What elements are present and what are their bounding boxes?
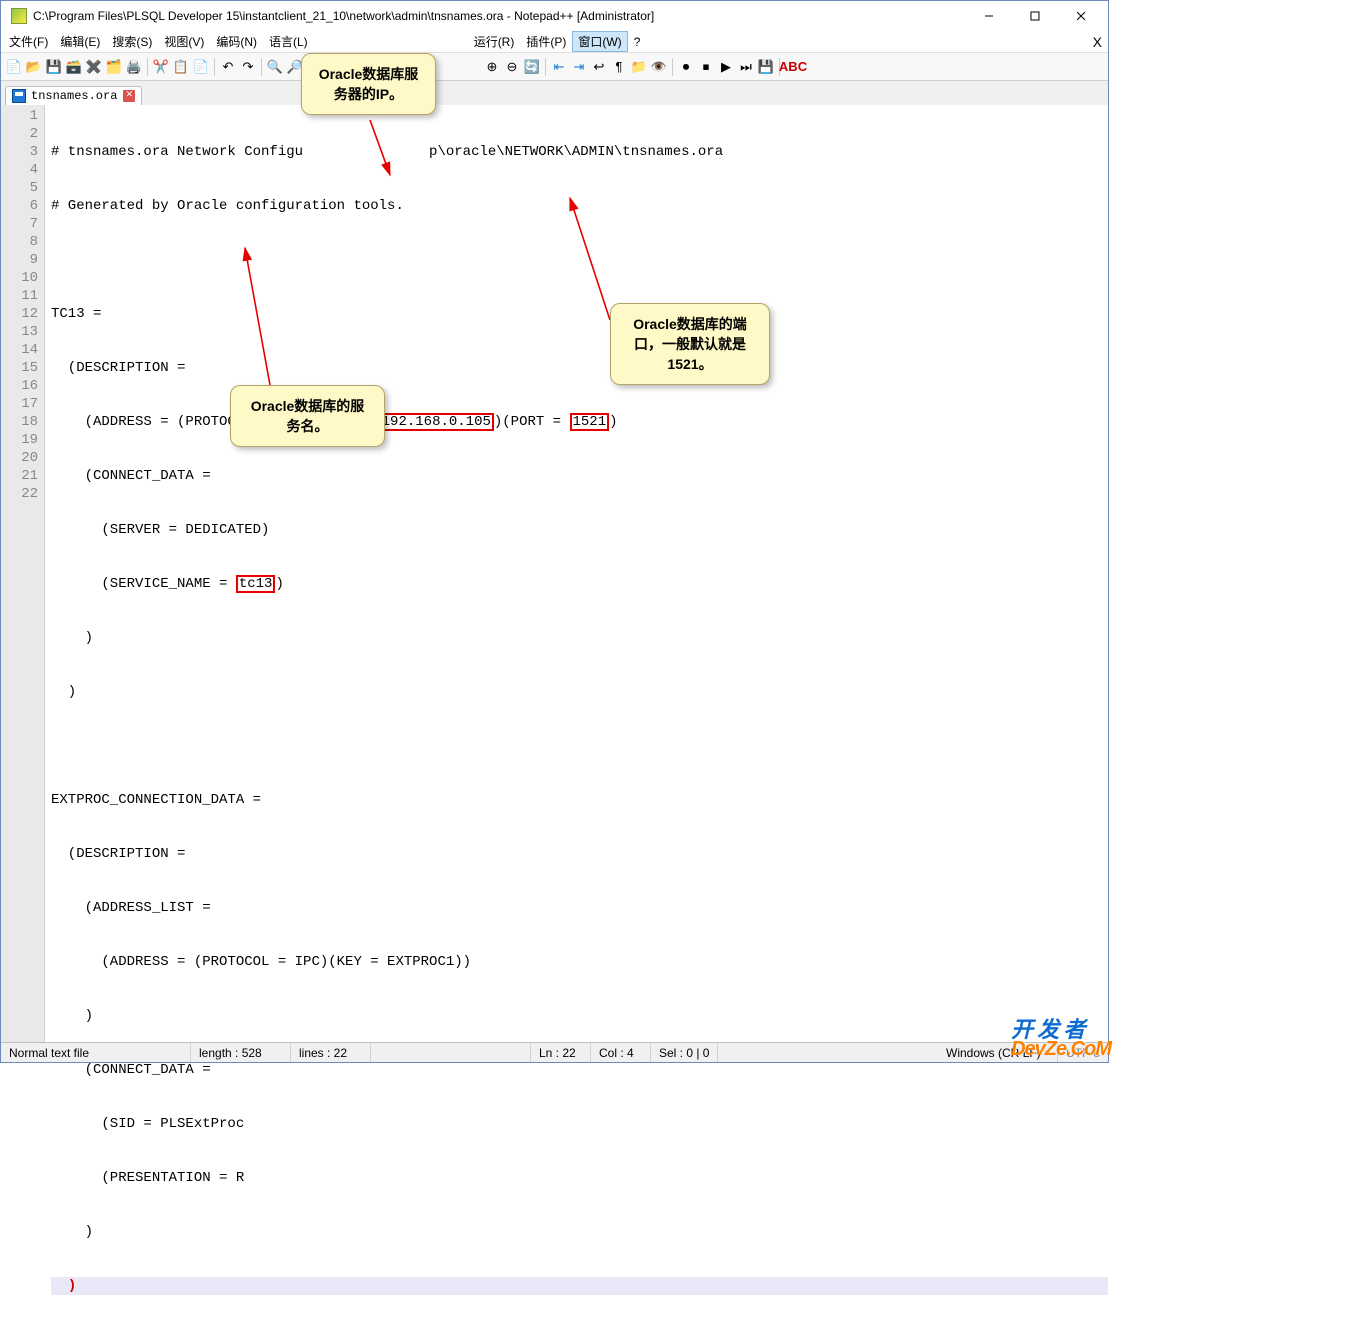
close-file-icon[interactable]: ✖️ — [85, 58, 103, 76]
toolbar-separator — [672, 58, 673, 76]
menu-file[interactable]: 文件(F) — [3, 31, 54, 52]
highlight-ip: 192.168.0.105 — [379, 413, 494, 431]
status-filetype: Normal text file — [1, 1043, 191, 1062]
code-line — [51, 737, 1108, 755]
toolbar-separator — [214, 58, 215, 76]
code-line: TC13 = — [51, 305, 1108, 323]
folder-icon[interactable]: 📁 — [630, 58, 648, 76]
save-all-icon[interactable]: 🗃️ — [65, 58, 83, 76]
menu-edit[interactable]: 编辑(E) — [54, 31, 106, 52]
code-line: (DESCRIPTION = — [51, 845, 1108, 863]
tabbar: tnsnames.ora ✕ — [1, 81, 1108, 105]
app-icon — [11, 8, 27, 24]
code-area[interactable]: # tnsnames.ora Network Configu p\oracle\… — [45, 105, 1108, 1043]
code-line: (ADDRESS = (PROTOCOL = IPC)(KEY = EXTPRO… — [51, 953, 1108, 971]
toolbar-separator — [261, 58, 262, 76]
code-line: (SERVER = DEDICATED) — [51, 521, 1108, 539]
tab-filename: tnsnames.ora — [31, 89, 117, 103]
record-icon[interactable]: ⏺ — [677, 58, 695, 76]
status-ln: Ln : 22 — [531, 1043, 591, 1062]
window-frame: C:\Program Files\PLSQL Developer 15\inst… — [0, 0, 1109, 1063]
cut-icon[interactable]: ✂️ — [152, 58, 170, 76]
status-col: Col : 4 — [591, 1043, 651, 1062]
spellcheck-icon[interactable]: ABC — [784, 58, 802, 76]
close-all-icon[interactable]: 🗂️ — [105, 58, 123, 76]
window-title: C:\Program Files\PLSQL Developer 15\inst… — [33, 9, 966, 23]
macro-save-icon[interactable]: 💾 — [757, 58, 775, 76]
undo-icon[interactable]: ↶ — [219, 58, 237, 76]
code-line — [51, 251, 1108, 269]
titlebar: C:\Program Files\PLSQL Developer 15\inst… — [1, 1, 1108, 31]
code-line: ) — [51, 1007, 1108, 1025]
zoom-in-icon[interactable]: ⊕ — [483, 58, 501, 76]
stop-icon[interactable]: ⏹ — [697, 58, 715, 76]
callout-service-name: Oracle数据库的服 务名。 — [230, 385, 385, 447]
code-line: (ADDRESS_LIST = — [51, 899, 1108, 917]
toolbar: 📄 📂 💾 🗃️ ✖️ 🗂️ 🖨️ ✂️ 📋 📄 ↶ ↷ 🔍 🔎 ⊕ ⊖ 🔄 ⇤… — [1, 53, 1108, 81]
code-line: (SID = PLSExtProc — [51, 1115, 1108, 1133]
status-lines: lines : 22 — [291, 1043, 371, 1062]
code-line: (SERVICE_NAME = tc13) — [51, 575, 1108, 593]
all-chars-icon[interactable]: ¶ — [610, 58, 628, 76]
menu-view[interactable]: 视图(V) — [158, 31, 210, 52]
highlight-service-name: tc13 — [236, 575, 276, 593]
menu-encoding[interactable]: 编码(N) — [210, 31, 263, 52]
statusbar: Normal text file length : 528 lines : 22… — [1, 1042, 1108, 1062]
callout-ip: Oracle数据库服 务器的IP。 — [301, 53, 436, 115]
print-icon[interactable]: 🖨️ — [125, 58, 143, 76]
minimize-button[interactable] — [966, 1, 1012, 31]
sync-icon[interactable]: 🔄 — [523, 58, 541, 76]
close-button[interactable] — [1058, 1, 1104, 31]
code-line: EXTPROC_CONNECTION_DATA = — [51, 791, 1108, 809]
indent-left-icon[interactable]: ⇤ — [550, 58, 568, 76]
new-file-icon[interactable]: 📄 — [5, 58, 23, 76]
menubar: 文件(F) 编辑(E) 搜索(S) 视图(V) 编码(N) 语言(L) 设 运行… — [1, 31, 1108, 53]
code-line: (CONNECT_DATA = — [51, 467, 1108, 485]
play-multi-icon[interactable]: ⏭ — [737, 58, 755, 76]
copy-icon[interactable]: 📋 — [172, 58, 190, 76]
save-icon[interactable]: 💾 — [45, 58, 63, 76]
editor[interactable]: 12345678910111213141516171819202122 # tn… — [1, 105, 1108, 1043]
open-file-icon[interactable]: 📂 — [25, 58, 43, 76]
status-blank — [371, 1043, 531, 1062]
line-number-gutter: 12345678910111213141516171819202122 — [1, 105, 45, 1043]
menu-plugins[interactable]: 插件(P) — [520, 31, 572, 52]
window-controls — [966, 1, 1104, 31]
paste-icon[interactable]: 📄 — [192, 58, 210, 76]
code-line: # Generated by Oracle configuration tool… — [51, 197, 1108, 215]
redo-icon[interactable]: ↷ — [239, 58, 257, 76]
menu-run[interactable]: 运行(R) — [468, 31, 521, 52]
menu-search[interactable]: 搜索(S) — [106, 31, 158, 52]
code-line: ) — [51, 683, 1108, 701]
code-line: (CONNECT_DATA = — [51, 1061, 1108, 1079]
highlight-port: 1521 — [570, 413, 610, 431]
status-length: length : 528 — [191, 1043, 291, 1062]
maximize-button[interactable] — [1012, 1, 1058, 31]
toolbar-separator — [545, 58, 546, 76]
play-icon[interactable]: ▶ — [717, 58, 735, 76]
toolbar-separator — [147, 58, 148, 76]
code-line-current: ) — [51, 1277, 1108, 1295]
file-tab[interactable]: tnsnames.ora ✕ — [5, 86, 142, 105]
wordwrap-icon[interactable]: ↩ — [590, 58, 608, 76]
code-line: (ADDRESS = (PROTOCOL = TCP)(HOST = 192.1… — [51, 413, 1108, 431]
tab-close-x-icon[interactable]: X — [1093, 34, 1102, 50]
code-line: ) — [51, 629, 1108, 647]
indent-right-icon[interactable]: ⇥ — [570, 58, 588, 76]
find-icon[interactable]: 🔍 — [266, 58, 284, 76]
tab-close-icon[interactable]: ✕ — [123, 90, 135, 102]
watermark: 开 发 者 DevZe.CoM — [1011, 1012, 1111, 1061]
callout-port: Oracle数据库的端 口，一般默认就是 1521。 — [610, 303, 770, 385]
code-line: ) — [51, 1223, 1108, 1241]
zoom-out-icon[interactable]: ⊖ — [503, 58, 521, 76]
code-line: (PRESENTATION = R — [51, 1169, 1108, 1187]
code-line: (DESCRIPTION = — [51, 359, 1108, 377]
menu-window[interactable]: 窗口(W) — [572, 31, 627, 52]
menu-help[interactable]: ? — [628, 33, 647, 51]
status-sel: Sel : 0 | 0 — [651, 1043, 718, 1062]
monitor-icon[interactable]: 👁️ — [650, 58, 668, 76]
code-line: # tnsnames.ora Network Configu p\oracle\… — [51, 143, 1108, 161]
menu-language[interactable]: 语言(L) — [263, 31, 314, 52]
save-state-icon — [12, 89, 26, 103]
